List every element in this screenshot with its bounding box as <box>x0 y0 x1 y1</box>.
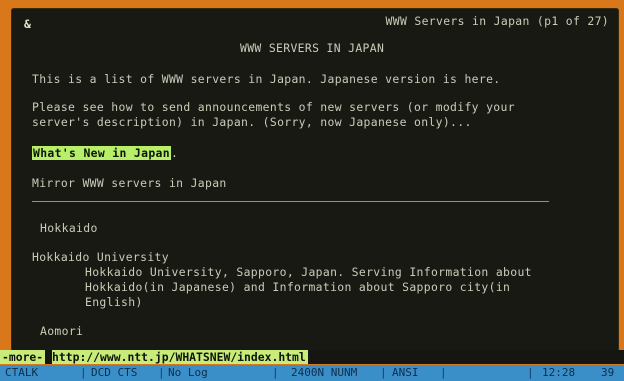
whats-new-link[interactable]: What's New in Japan <box>32 146 171 160</box>
region-heading-hokkaido: Hokkaido <box>40 221 98 235</box>
status-separator: | <box>272 366 279 379</box>
status-emulation: ANSI <box>392 366 419 379</box>
more-prompt-line: -more- http://www.ntt.jp/WHATSNEW/index.… <box>0 350 624 364</box>
server-entry-description-line-2: Hokkaido(in Japanese) and Information ab… <box>85 280 511 294</box>
terminal-screen: & WWW Servers in Japan (p1 of 27) WWW SE… <box>11 8 619 355</box>
status-separator: | <box>380 366 387 379</box>
status-dcd-cts: DCD CTS <box>91 366 138 379</box>
mirror-servers-link[interactable]: Mirror WWW servers in Japan <box>32 176 227 191</box>
whats-new-line: What's New in Japan. <box>32 146 178 161</box>
status-separator: | <box>80 366 87 379</box>
status-baud: 2400N NUNM <box>291 366 358 379</box>
page-title-indicator: WWW Servers in Japan (p1 of 27) <box>385 14 609 28</box>
announce-link-line-1[interactable]: Please see how to send announcements of … <box>32 100 515 115</box>
server-entry-description-line-1: Hokkaido University, Sapporo, Japan. Ser… <box>85 265 532 279</box>
current-link-url: http://www.ntt.jp/WHATSNEW/index.html <box>52 350 308 364</box>
status-bar: CTALK | DCD CTS | No Log | 2400N NUNM | … <box>0 365 624 381</box>
page-heading: WWW SERVERS IN JAPAN <box>240 41 385 55</box>
status-separator: | <box>440 366 447 379</box>
announce-link-line-2[interactable]: server's description) in Japan. (Sorry, … <box>32 115 472 130</box>
status-separator: | <box>158 366 165 379</box>
status-clock: 12:28 <box>542 366 576 379</box>
server-entry-title[interactable]: Hokkaido University <box>32 250 169 265</box>
whats-new-suffix: . <box>170 146 179 160</box>
server-entry-description-line-3: English) <box>85 295 143 309</box>
region-heading-aomori: Aomori <box>40 324 84 338</box>
intro-text: This is a list of WWW servers in Japan. … <box>32 72 501 86</box>
horizontal-divider <box>32 201 549 202</box>
more-indicator: -more- <box>0 350 46 364</box>
status-ctalk: CTALK <box>5 366 39 379</box>
status-log: No Log <box>168 366 208 379</box>
corner-glyph: & <box>24 17 32 31</box>
status-separator: | <box>527 366 534 379</box>
status-counter: 39 <box>601 366 615 379</box>
